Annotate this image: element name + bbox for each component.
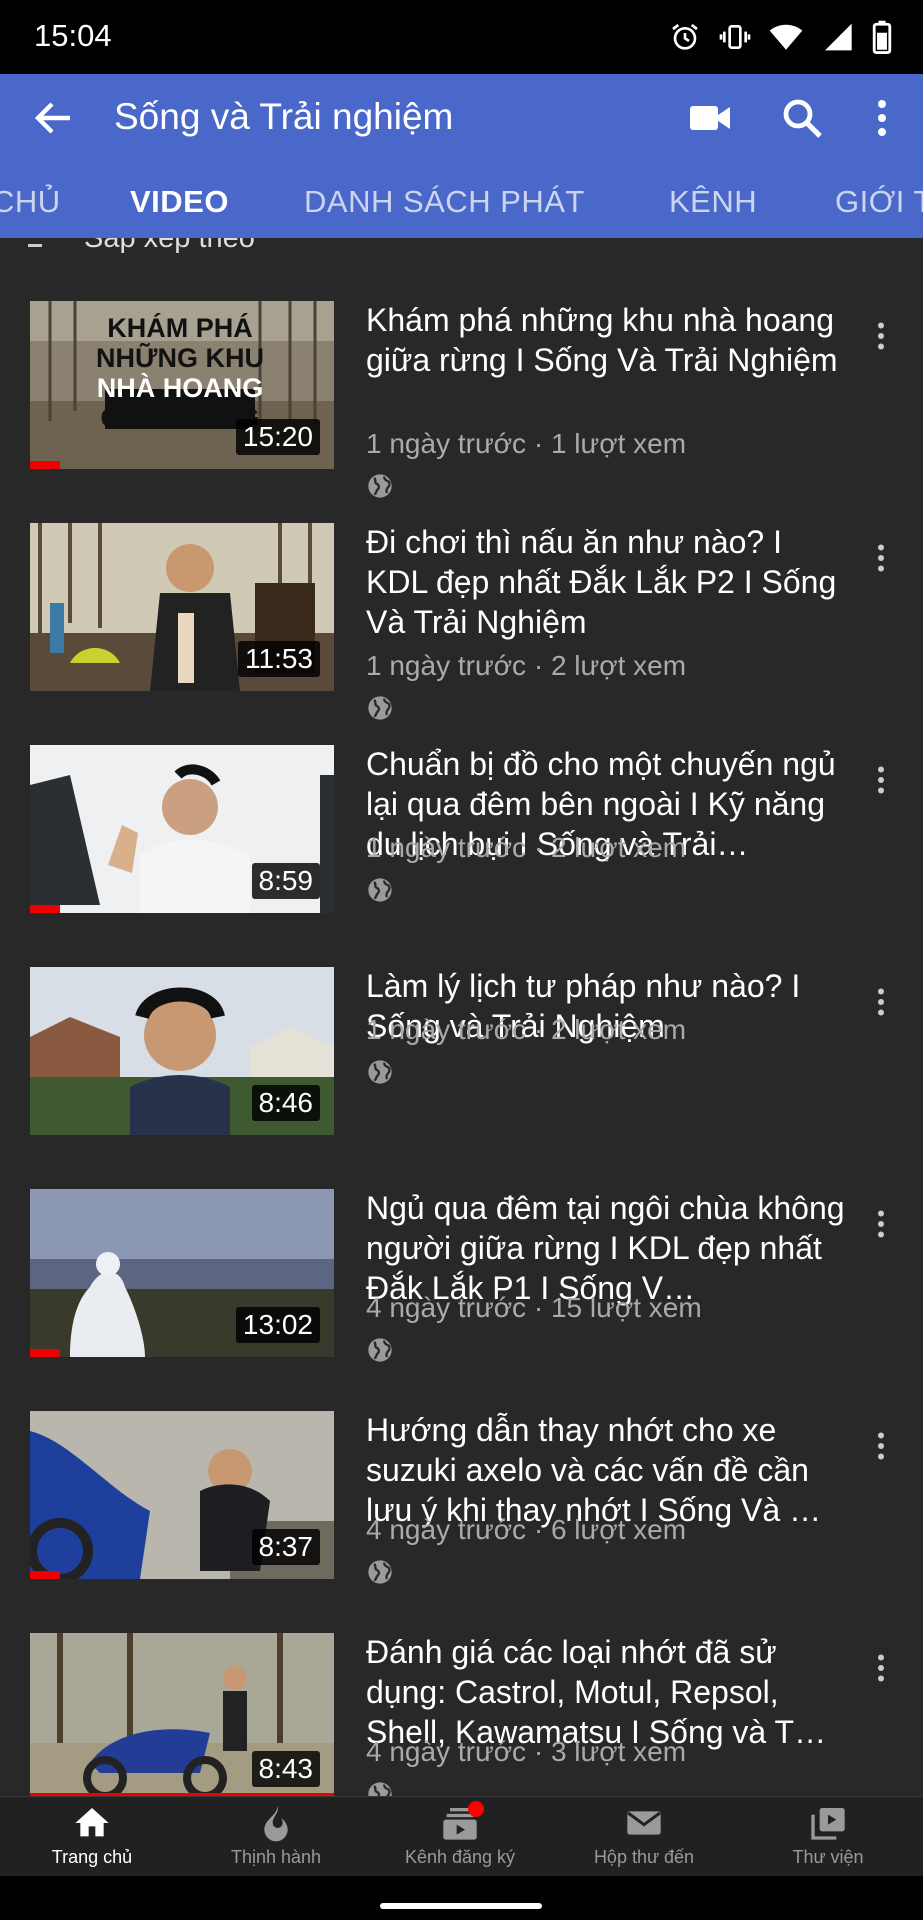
video-duration: 13:02 (235, 1307, 320, 1343)
gesture-bar (0, 1876, 923, 1920)
thumbnail-text: KHÁM PHÁ NHỮNG KHU NHÀ HOANG GIỮA RỪNG (96, 313, 264, 433)
video-thumbnail[interactable]: 8:59 (30, 745, 334, 913)
gesture-handle[interactable] (380, 1903, 542, 1909)
video-thumbnail[interactable]: KHÁM PHÁ NHỮNG KHU NHÀ HOANG GIỮA RỪNG 1… (30, 301, 334, 469)
video-duration: 15:20 (235, 419, 320, 455)
video-meta: 1 ngày trước · 2 lượt xem (366, 832, 687, 863)
video-meta: 1 ngày trước · 1 lượt xem (366, 428, 687, 459)
video-item[interactable]: 8:46 Làm lý lịch tư pháp như nào? I Sống… (0, 926, 923, 1148)
nav-library[interactable]: Thư viện (736, 1797, 920, 1877)
status-bar: 15:04 (0, 0, 923, 74)
video-thumbnail[interactable]: 8:43 (30, 1633, 334, 1796)
nav-label: Kênh đăng ký (404, 1847, 516, 1867)
bottom-nav: Trang chủ Thịnh hành Kênh đăng ký Hộp th… (0, 1796, 923, 1876)
vibrate-icon (719, 25, 751, 49)
video-more-icon[interactable] (863, 1428, 899, 1464)
tab-playlists[interactable]: DANH SÁCH PHÁT (304, 184, 585, 220)
video-duration: 8:46 (251, 1085, 320, 1121)
public-globe-icon (368, 1782, 392, 1796)
video-item[interactable]: 11:53 Đi chơi thì nấu ăn như nào? I KDL … (0, 482, 923, 720)
tab-home[interactable]: CHỦ (0, 184, 61, 220)
nav-subscriptions[interactable]: Kênh đăng ký (368, 1797, 552, 1877)
notification-dot-icon (468, 1801, 484, 1817)
video-title[interactable]: Hướng dẫn thay nhớt cho xe suzuki axelo … (366, 1410, 846, 1530)
video-duration: 11:53 (238, 641, 320, 677)
nav-label: Trang chủ (51, 1847, 133, 1867)
channel-title: Sống và Trải nghiệm (114, 96, 454, 137)
watch-progress-bar (30, 461, 61, 469)
trending-icon (264, 1806, 288, 1842)
sort-label: Sắp xếp theo (84, 238, 255, 254)
home-icon (75, 1808, 109, 1837)
video-thumbnail[interactable]: 8:37 (30, 1411, 334, 1579)
video-title[interactable]: Ngủ qua đêm tại ngôi chùa không người gi… (366, 1188, 846, 1308)
status-icons (669, 20, 893, 54)
public-globe-icon (368, 878, 392, 902)
nav-trending[interactable]: Thịnh hành (184, 1797, 368, 1877)
nav-home[interactable]: Trang chủ (0, 1797, 184, 1877)
signal-icon (825, 23, 852, 51)
video-thumbnail[interactable]: 13:02 (30, 1189, 334, 1357)
channel-tabs: CHỦ VIDEO DANH SÁCH PHÁT KÊNH GIỚI T (0, 166, 923, 238)
tab-video[interactable]: VIDEO (130, 184, 229, 220)
nav-label: Thư viện (792, 1847, 864, 1867)
video-item[interactable]: 8:59 Chuẩn bị đồ cho một chuyến ngủ lại … (0, 704, 923, 926)
alarm-icon (672, 23, 698, 50)
more-vert-icon[interactable] (858, 94, 906, 142)
public-globe-icon (368, 1560, 392, 1584)
video-duration: 8:59 (251, 863, 320, 899)
video-camera-icon[interactable] (686, 94, 734, 142)
video-duration: 8:37 (251, 1529, 320, 1565)
public-globe-icon (368, 1338, 392, 1362)
sort-icon (28, 244, 42, 247)
nav-label: Thịnh hành (230, 1847, 322, 1867)
nav-inbox[interactable]: Hộp thư đến (552, 1797, 736, 1877)
public-globe-icon (368, 1060, 392, 1084)
video-more-icon[interactable] (863, 318, 899, 354)
back-arrow-icon[interactable] (30, 94, 78, 142)
watch-progress-bar (30, 1571, 61, 1579)
status-time: 15:04 (34, 18, 112, 53)
video-meta: 4 ngày trước · 3 lượt xem (366, 1736, 687, 1767)
video-item[interactable]: KHÁM PHÁ NHỮNG KHU NHÀ HOANG GIỮA RỪNG 1… (0, 260, 923, 498)
video-more-icon[interactable] (863, 762, 899, 798)
video-more-icon[interactable] (863, 1650, 899, 1686)
battery-icon (872, 20, 892, 54)
video-title[interactable]: Đi chơi thì nấu ăn như nào? I KDL đẹp nh… (366, 522, 846, 642)
video-more-icon[interactable] (863, 1206, 899, 1242)
video-meta: 4 ngày trước · 6 lượt xem (366, 1514, 687, 1545)
video-thumbnail[interactable]: 8:46 (30, 967, 334, 1135)
video-meta: 1 ngày trước · 2 lượt xem (366, 1014, 687, 1045)
sort-bar[interactable]: Sắp xếp theo (0, 238, 923, 260)
search-icon[interactable] (778, 94, 826, 142)
watch-progress-bar (30, 1349, 61, 1357)
video-title[interactable]: Đánh giá các loại nhớt đã sử dụng: Castr… (366, 1632, 846, 1752)
video-more-icon[interactable] (863, 984, 899, 1020)
video-title[interactable]: Khám phá những khu nhà hoang giữa rừng I… (366, 300, 846, 380)
nav-label: Hộp thư đến (593, 1847, 695, 1867)
video-meta: 4 ngày trước · 15 lượt xem (366, 1292, 702, 1323)
watch-progress-bar (30, 905, 61, 913)
tab-about[interactable]: GIỚI T (835, 184, 923, 220)
wifi-icon (769, 24, 803, 50)
video-meta: 1 ngày trước · 2 lượt xem (366, 650, 687, 681)
video-more-icon[interactable] (863, 540, 899, 576)
tab-channels[interactable]: KÊNH (669, 184, 757, 220)
video-thumbnail[interactable]: 11:53 (30, 523, 334, 691)
app-bar: Sống và Trải nghiệm CHỦ VIDEO DANH SÁCH … (0, 74, 923, 238)
video-item[interactable]: 8:37 Hướng dẫn thay nhớt cho xe suzuki a… (0, 1370, 923, 1592)
video-duration: 8:43 (251, 1751, 320, 1787)
video-item[interactable]: 8:43 Đánh giá các loại nhớt đã sử dụng: … (0, 1592, 923, 1796)
video-list: KHÁM PHÁ NHỮNG KHU NHÀ HOANG GIỮA RỪNG 1… (0, 260, 923, 1796)
video-item[interactable]: 13:02 Ngủ qua đêm tại ngôi chùa không ng… (0, 1148, 923, 1370)
inbox-icon (627, 1811, 661, 1835)
library-icon (811, 1808, 845, 1840)
